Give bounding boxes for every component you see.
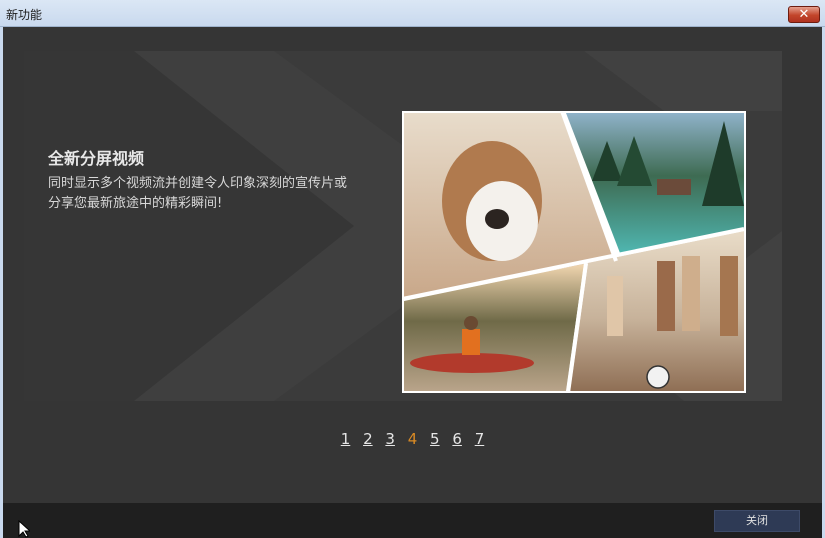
close-button[interactable]: 关闭 (714, 510, 800, 532)
feature-description: 同时显示多个视频流并创建令人印象深刻的宣传片或分享您最新旅途中的精彩瞬间! (48, 176, 348, 211)
content-area: 全新分屏视频 同时显示多个视频流并创建令人印象深刻的宣传片或分享您最新旅途中的精… (3, 27, 822, 503)
page-link-6[interactable]: 6 (452, 430, 462, 448)
page-link-7[interactable]: 7 (475, 430, 485, 448)
mouse-cursor-icon (18, 520, 30, 538)
page-link-5[interactable]: 5 (430, 430, 440, 448)
window-close-button[interactable]: ✕ (788, 6, 820, 23)
collage-photos (402, 111, 745, 393)
title-bar: 新功能 ✕ (0, 0, 825, 27)
page-link-3[interactable]: 3 (385, 430, 395, 448)
page-navigation: 1 2 3 4 5 6 7 (3, 430, 822, 448)
page-link-1[interactable]: 1 (341, 430, 351, 448)
window-title: 新功能 (6, 8, 43, 22)
dialog-footer: 关闭 (3, 503, 822, 538)
split-screen-collage-image (402, 111, 746, 393)
feature-title: 全新分屏视频 (48, 149, 145, 168)
page-link-2[interactable]: 2 (363, 430, 373, 448)
feature-slide: 全新分屏视频 同时显示多个视频流并创建令人印象深刻的宣传片或分享您最新旅途中的精… (24, 51, 782, 401)
close-icon: ✕ (798, 7, 810, 22)
page-link-4-current[interactable]: 4 (408, 430, 418, 448)
